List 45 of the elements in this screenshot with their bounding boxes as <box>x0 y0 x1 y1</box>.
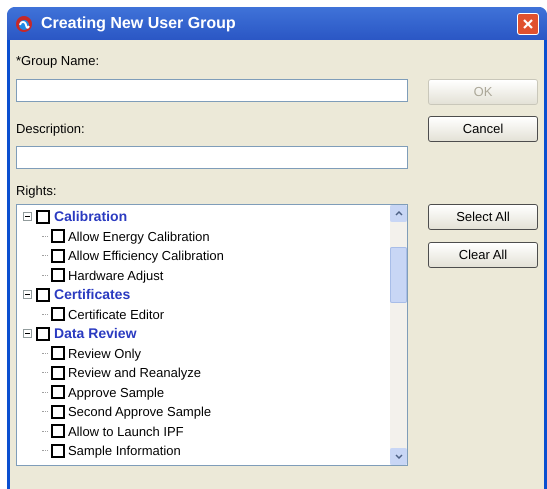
tree-group-label[interactable]: Data Review <box>54 323 136 344</box>
dialog-button[interactable]: Cancel <box>428 116 538 142</box>
field-label: Rights: <box>16 183 58 199</box>
checkbox[interactable] <box>51 385 65 400</box>
checkbox[interactable] <box>36 210 50 224</box>
collapse-icon[interactable] <box>23 329 32 338</box>
checkbox[interactable] <box>51 268 65 282</box>
collapse-icon[interactable] <box>23 212 32 222</box>
tree-item-label[interactable]: Review and Reanalyze <box>68 363 201 382</box>
tree-item-label[interactable]: Certificate Editor <box>68 304 164 324</box>
tree-item-label[interactable]: Approve Sample <box>68 382 164 402</box>
checkbox[interactable] <box>51 444 65 458</box>
checkbox[interactable] <box>51 229 65 244</box>
scroll-thumb[interactable] <box>390 247 407 303</box>
tree-item-label[interactable]: Allow Efficiency Calibration <box>68 246 224 266</box>
dialog-button[interactable]: Select All <box>428 204 538 230</box>
checkbox[interactable] <box>51 248 65 263</box>
app-logo-icon <box>15 14 33 32</box>
tree-item-label[interactable]: Allow to Launch IPF <box>68 422 184 441</box>
tree-item-label[interactable]: Hardware Adjust <box>68 266 164 285</box>
tree-group-label[interactable]: Certificates <box>54 284 130 306</box>
window-title: Creating New User Group <box>41 14 236 34</box>
close-icon <box>522 18 534 30</box>
checkbox[interactable] <box>36 288 50 302</box>
close-button[interactable] <box>517 12 539 34</box>
checkbox[interactable] <box>51 346 65 360</box>
checkbox[interactable] <box>51 366 65 380</box>
checkbox[interactable] <box>36 326 50 341</box>
field-label: *Group Name: <box>16 53 100 69</box>
checkbox[interactable] <box>51 424 65 438</box>
tree-item-label[interactable]: Review Only <box>68 344 141 363</box>
checkbox[interactable] <box>51 307 65 322</box>
tree-group-label[interactable]: Calibration <box>54 206 128 228</box>
tree-item-label[interactable]: Sample Information <box>68 441 181 460</box>
dialog-button[interactable]: Clear All <box>428 242 538 268</box>
collapse-icon[interactable] <box>23 290 32 300</box>
tree-item-label[interactable]: Second Approve Sample <box>68 402 212 422</box>
field-label: Description: <box>16 121 86 137</box>
checkbox[interactable] <box>51 404 65 419</box>
group-name-field[interactable] <box>16 79 408 102</box>
tree-item-label[interactable]: Allow Energy Calibration <box>68 226 210 246</box>
scroll-down-icon[interactable] <box>390 448 407 465</box>
scrollbar[interactable] <box>390 205 407 465</box>
description-field[interactable] <box>16 146 408 169</box>
scroll-up-icon[interactable] <box>390 205 407 222</box>
